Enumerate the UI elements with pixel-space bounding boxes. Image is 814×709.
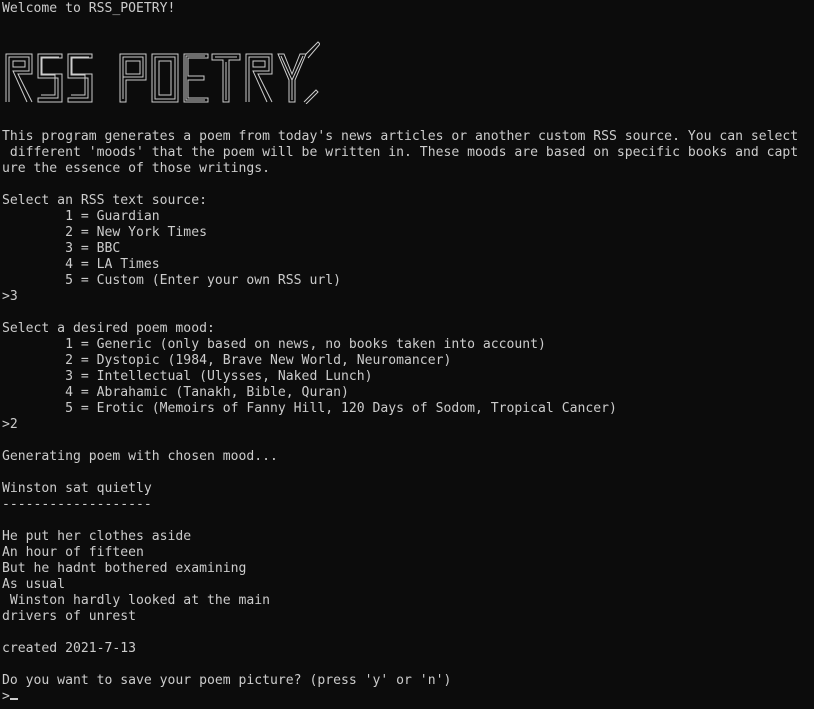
- console-window[interactable]: Welcome to RSS_POETRY! This program gene…: [0, 0, 814, 709]
- input-prompt: >: [2, 689, 10, 704]
- save-prompt: Do you want to save your poem picture? (…: [2, 673, 452, 688]
- mood-option-abrahamic: 4 = Abrahamic (Tanakh, Bible, Quran): [2, 385, 349, 400]
- poem-line: He put her clothes aside: [2, 529, 192, 544]
- mood-option-generic: 1 = Generic (only based on news, no book…: [2, 337, 546, 352]
- source-option-custom: 5 = Custom (Enter your own RSS url): [2, 273, 341, 288]
- intro-line-1: This program generates a poem from today…: [2, 129, 799, 144]
- mood-prompt: Select a desired poem mood:: [2, 321, 215, 336]
- poem-title-rule: -------------------: [2, 497, 152, 512]
- generating-status: Generating poem with chosen mood...: [2, 449, 278, 464]
- source-option-nyt: 2 = New York Times: [2, 225, 207, 240]
- source-answer: >3: [2, 289, 18, 304]
- poem-line: As usual: [2, 577, 66, 592]
- mood-option-erotic: 5 = Erotic (Memoirs of Fanny Hill, 120 D…: [2, 401, 617, 416]
- input-line[interactable]: >: [2, 689, 18, 705]
- source-option-la-times: 4 = LA Times: [2, 257, 160, 272]
- text-cursor: [9, 698, 18, 700]
- mood-option-intellectual: 3 = Intellectual (Ulysses, Naked Lunch): [2, 369, 373, 384]
- rss-poetry-ascii-logo: [5, 41, 320, 104]
- poem-title: Winston sat quietly: [2, 481, 152, 496]
- poem-line: But he hadnt bothered examining: [2, 561, 247, 576]
- intro-line-2: different 'moods' that the poem will be …: [2, 145, 799, 160]
- source-option-bbc: 3 = BBC: [2, 241, 121, 256]
- welcome-line: Welcome to RSS_POETRY!: [2, 1, 176, 16]
- source-option-guardian: 1 = Guardian: [2, 209, 160, 224]
- poem-line: drivers of unrest: [2, 609, 137, 624]
- mood-option-dystopic: 2 = Dystopic (1984, Brave New World, Neu…: [2, 353, 452, 368]
- poem-line: An hour of fifteen: [2, 545, 144, 560]
- intro-line-3: ure the essence of those writings.: [2, 161, 271, 176]
- mood-answer: >2: [2, 417, 18, 432]
- poem-line: Winston hardly looked at the main: [2, 593, 271, 608]
- source-prompt: Select an RSS text source:: [2, 193, 207, 208]
- created-date: created 2021-7-13: [2, 641, 137, 656]
